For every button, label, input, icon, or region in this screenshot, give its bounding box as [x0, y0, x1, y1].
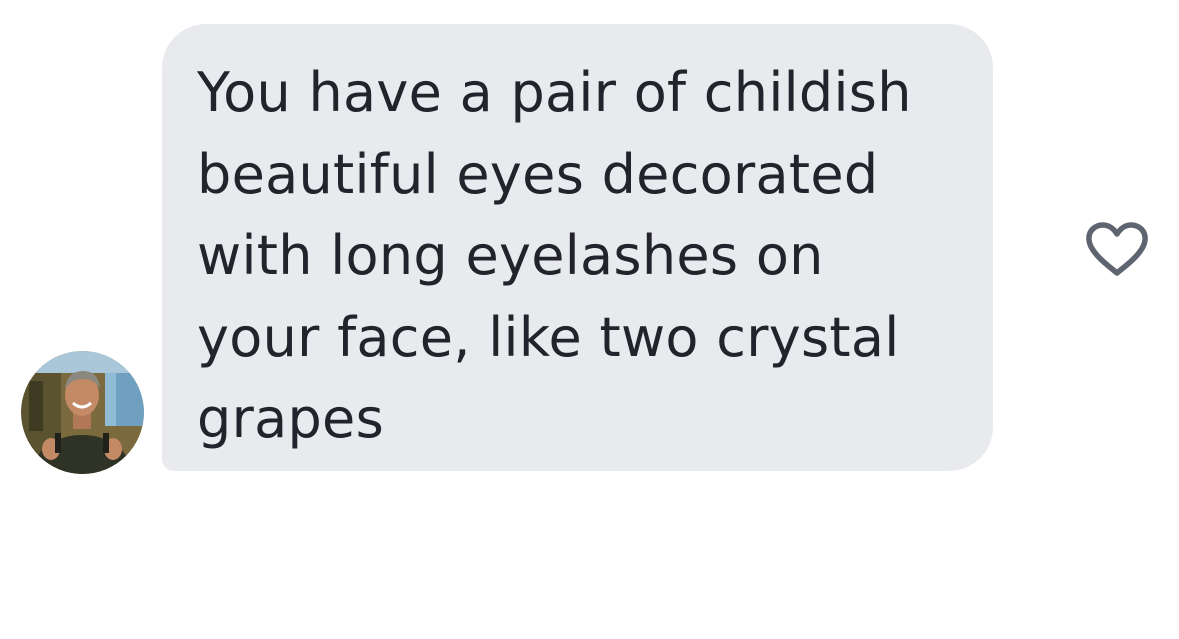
message-bubble[interactable]: You have a pair of childish beautiful ey…: [162, 24, 993, 471]
like-button[interactable]: [1084, 220, 1150, 278]
message-text: You have a pair of childish beautiful ey…: [197, 61, 912, 450]
heart-outline-icon: [1086, 222, 1148, 276]
sender-avatar[interactable]: [21, 351, 144, 474]
received-message-row: You have a pair of childish beautiful ey…: [0, 0, 1179, 639]
avatar-photo: [21, 351, 144, 474]
